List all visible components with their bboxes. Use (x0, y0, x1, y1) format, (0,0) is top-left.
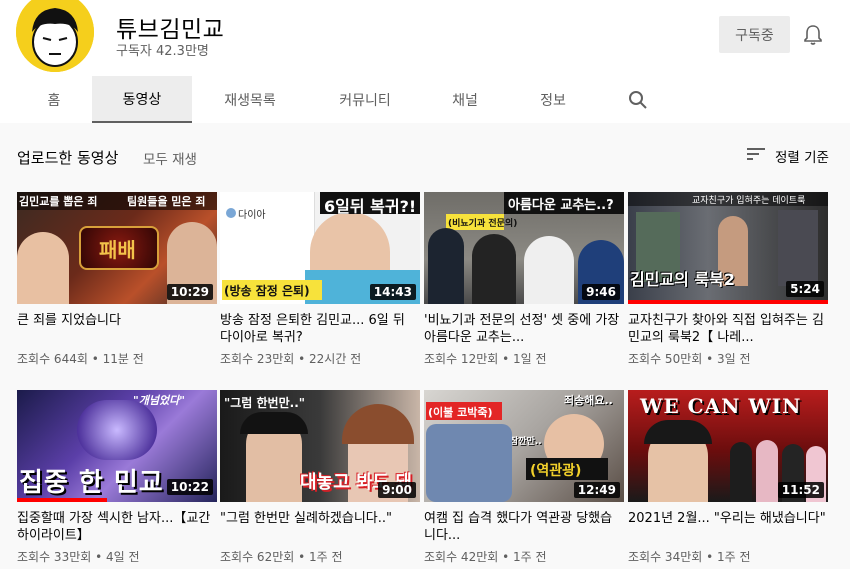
video-duration: 14:43 (369, 284, 416, 300)
video-thumbnail[interactable]: 다이아 6일뒤 복귀?! (방송 잠정 은퇴) 14:43 (220, 192, 420, 304)
view-count: 조회수 50만회 (628, 352, 703, 366)
video-thumbnail[interactable]: "그럼 한번만.." 대놓고 봐도 돼 9:00 (220, 390, 420, 502)
tab-about[interactable]: 정보 (520, 76, 586, 123)
channel-name: 튜브김민교 (116, 17, 225, 43)
video-title[interactable]: '비뇨기과 전문의 선정' 셋 중에 가장 아름다운 교추는... (424, 312, 624, 346)
thumb-caption: (역관광) (530, 463, 582, 479)
video-meta: 조회수 644회 • 11분 전 (17, 352, 144, 366)
upload-time: 4일 전 (106, 550, 140, 564)
video-meta: 조회수 23만회 • 22시간 전 (220, 352, 362, 366)
search-icon[interactable] (625, 88, 651, 112)
video-title[interactable]: "그럼 한번만 실례하겠습니다.." (220, 510, 420, 544)
video-thumbnail[interactable]: 아름다운 교추는..? (비뇨기과 전문의) 9:46 (424, 192, 624, 304)
upload-time: 22시간 전 (309, 352, 362, 366)
watch-progress (17, 498, 107, 502)
upload-time: 1주 전 (513, 550, 547, 564)
video-title[interactable]: 큰 죄를 지었습니다 (17, 312, 217, 346)
video-thumbnail[interactable]: WE CAN WIN 11:52 (628, 390, 828, 502)
video-title[interactable]: 여캠 집 습격 했다가 역관광 당했습니다... (424, 510, 624, 544)
video-duration: 9:46 (582, 284, 620, 300)
video-duration: 10:22 (166, 479, 213, 495)
video-duration: 5:24 (786, 281, 824, 297)
tab-community[interactable]: 커뮤니티 (320, 76, 410, 123)
video-meta: 조회수 34만회 • 1주 전 (628, 550, 751, 564)
thumb-caption: 김민교의 룩북2 (630, 270, 736, 289)
video-thumbnail[interactable]: "개넘었다" 집중 한 민교 10:22 (17, 390, 217, 502)
video-title[interactable]: 방송 잠정 은퇴한 김민교... 6일 뒤 다이아로 복귀? (220, 312, 420, 346)
video-title[interactable]: 2021년 2월... "우리는 해냈습니다" (628, 510, 828, 544)
thumb-caption: 김민교를 뽑은 죄 (19, 195, 98, 208)
video-thumbnail[interactable]: 교자친구가 입혀주는 데이트룩 김민교의 룩북2 5:24 (628, 192, 828, 304)
video-title[interactable]: 교자친구가 찾아와 직접 입혀주는 김민교의 룩북2【 나레... (628, 312, 828, 346)
upload-time: 1주 전 (717, 550, 751, 564)
video-duration: 9:00 (378, 482, 416, 498)
video-card[interactable]: "그럼 한번만.." 대놓고 봐도 돼 9:00 "그럼 한번만 실례하겠습니다… (220, 390, 420, 565)
video-meta: 조회수 12만회 • 1일 전 (424, 352, 547, 366)
video-card[interactable]: (이불 코박죽) 죄송해요.. 잠깐만.. (역관광) 12:49 여캠 집 습… (424, 390, 624, 565)
video-card[interactable]: WE CAN WIN 11:52 2021년 2월... "우리는 해냈습니다"… (628, 390, 828, 565)
video-thumbnail[interactable]: (이불 코박죽) 죄송해요.. 잠깐만.. (역관광) 12:49 (424, 390, 624, 502)
video-meta: 조회수 42만회 • 1주 전 (424, 550, 547, 564)
thumb-caption: 죄송해요.. (564, 394, 613, 407)
tab-home[interactable]: 홈 (18, 76, 90, 123)
view-count: 조회수 34만회 (628, 550, 703, 564)
upload-time: 11분 전 (102, 352, 144, 366)
play-all-button[interactable]: 모두 재생 (143, 148, 197, 168)
video-card[interactable]: 교자친구가 입혀주는 데이트룩 김민교의 룩북2 5:24 교자친구가 찾아와 … (628, 192, 828, 367)
view-count: 조회수 12만회 (424, 352, 499, 366)
sort-icon (747, 147, 765, 165)
thumb-caption: WE CAN WIN (640, 394, 802, 418)
thumb-caption: (이불 코박죽) (428, 406, 493, 419)
upload-time: 1주 전 (309, 550, 343, 564)
view-count: 조회수 33만회 (17, 550, 92, 564)
channel-tabs: 홈 동영상 재생목록 커뮤니티 채널 정보 (0, 76, 850, 123)
thumb-caption: 아름다운 교추는..? (508, 198, 614, 213)
video-duration: 11:52 (777, 482, 824, 498)
video-card[interactable]: 아름다운 교추는..? (비뇨기과 전문의) 9:46 '비뇨기과 전문의 선정… (424, 192, 624, 367)
video-meta: 조회수 33만회 • 4일 전 (17, 550, 140, 564)
video-title[interactable]: 집중할때 가장 섹시한 남자...【교간 하이라이트】 (17, 510, 217, 544)
video-meta: 조회수 50만회 • 3일 전 (628, 352, 751, 366)
thumb-caption: 다이아 (238, 210, 266, 221)
thumb-caption: 패배 (99, 238, 136, 262)
thumb-caption: 교자친구가 입혀주는 데이트룩 (692, 196, 806, 206)
subscriber-count: 구독자 42.3만명 (116, 44, 209, 59)
thumb-caption: "그럼 한번만.." (224, 396, 305, 410)
video-card[interactable]: 다이아 6일뒤 복귀?! (방송 잠정 은퇴) 14:43 방송 잠정 은퇴한 … (220, 192, 420, 367)
video-meta: 조회수 62만회 • 1주 전 (220, 550, 343, 564)
upload-time: 1일 전 (513, 352, 547, 366)
sort-button[interactable]: 정렬 기준 (747, 146, 829, 166)
subscribed-button[interactable]: 구독중 (719, 16, 790, 53)
tab-videos[interactable]: 동영상 (92, 76, 192, 123)
watch-progress (628, 300, 828, 304)
sort-label: 정렬 기준 (775, 150, 829, 166)
view-count: 조회수 644회 (17, 352, 88, 366)
thumb-caption: (방송 잠정 은퇴) (224, 284, 310, 298)
upload-time: 3일 전 (717, 352, 751, 366)
section-title: 업로드한 동영상 (17, 149, 119, 167)
video-card[interactable]: "개넘었다" 집중 한 민교 10:22 집중할때 가장 섹시한 남자...【교… (17, 390, 217, 565)
view-count: 조회수 23만회 (220, 352, 295, 366)
tab-playlists[interactable]: 재생목록 (205, 76, 295, 123)
tab-channels[interactable]: 채널 (430, 76, 500, 123)
bell-icon[interactable] (800, 22, 826, 48)
thumb-caption: (비뇨기과 전문의) (448, 219, 518, 229)
view-count: 조회수 42만회 (424, 550, 499, 564)
thumb-caption: 6일뒤 복귀?! (324, 197, 417, 216)
video-duration: 10:29 (166, 284, 213, 300)
video-duration: 12:49 (573, 482, 620, 498)
video-thumbnail[interactable]: 김민교를 뽑은 죄 팀원들을 믿은 죄 패배 10:29 (17, 192, 217, 304)
channel-header: 튜브김민교 구독자 42.3만명 구독중 홈 동영상 재생목록 커뮤니티 채널 … (0, 0, 850, 123)
thumb-caption: 집중 한 민교 (19, 468, 164, 498)
view-count: 조회수 62만회 (220, 550, 295, 564)
thumb-caption: 잠깐만.. (510, 437, 542, 447)
channel-avatar[interactable] (16, 0, 94, 72)
video-card[interactable]: 김민교를 뽑은 죄 팀원들을 믿은 죄 패배 10:29 큰 죄를 지었습니다 … (17, 192, 217, 367)
thumb-caption: 팀원들을 믿은 죄 (127, 195, 206, 208)
